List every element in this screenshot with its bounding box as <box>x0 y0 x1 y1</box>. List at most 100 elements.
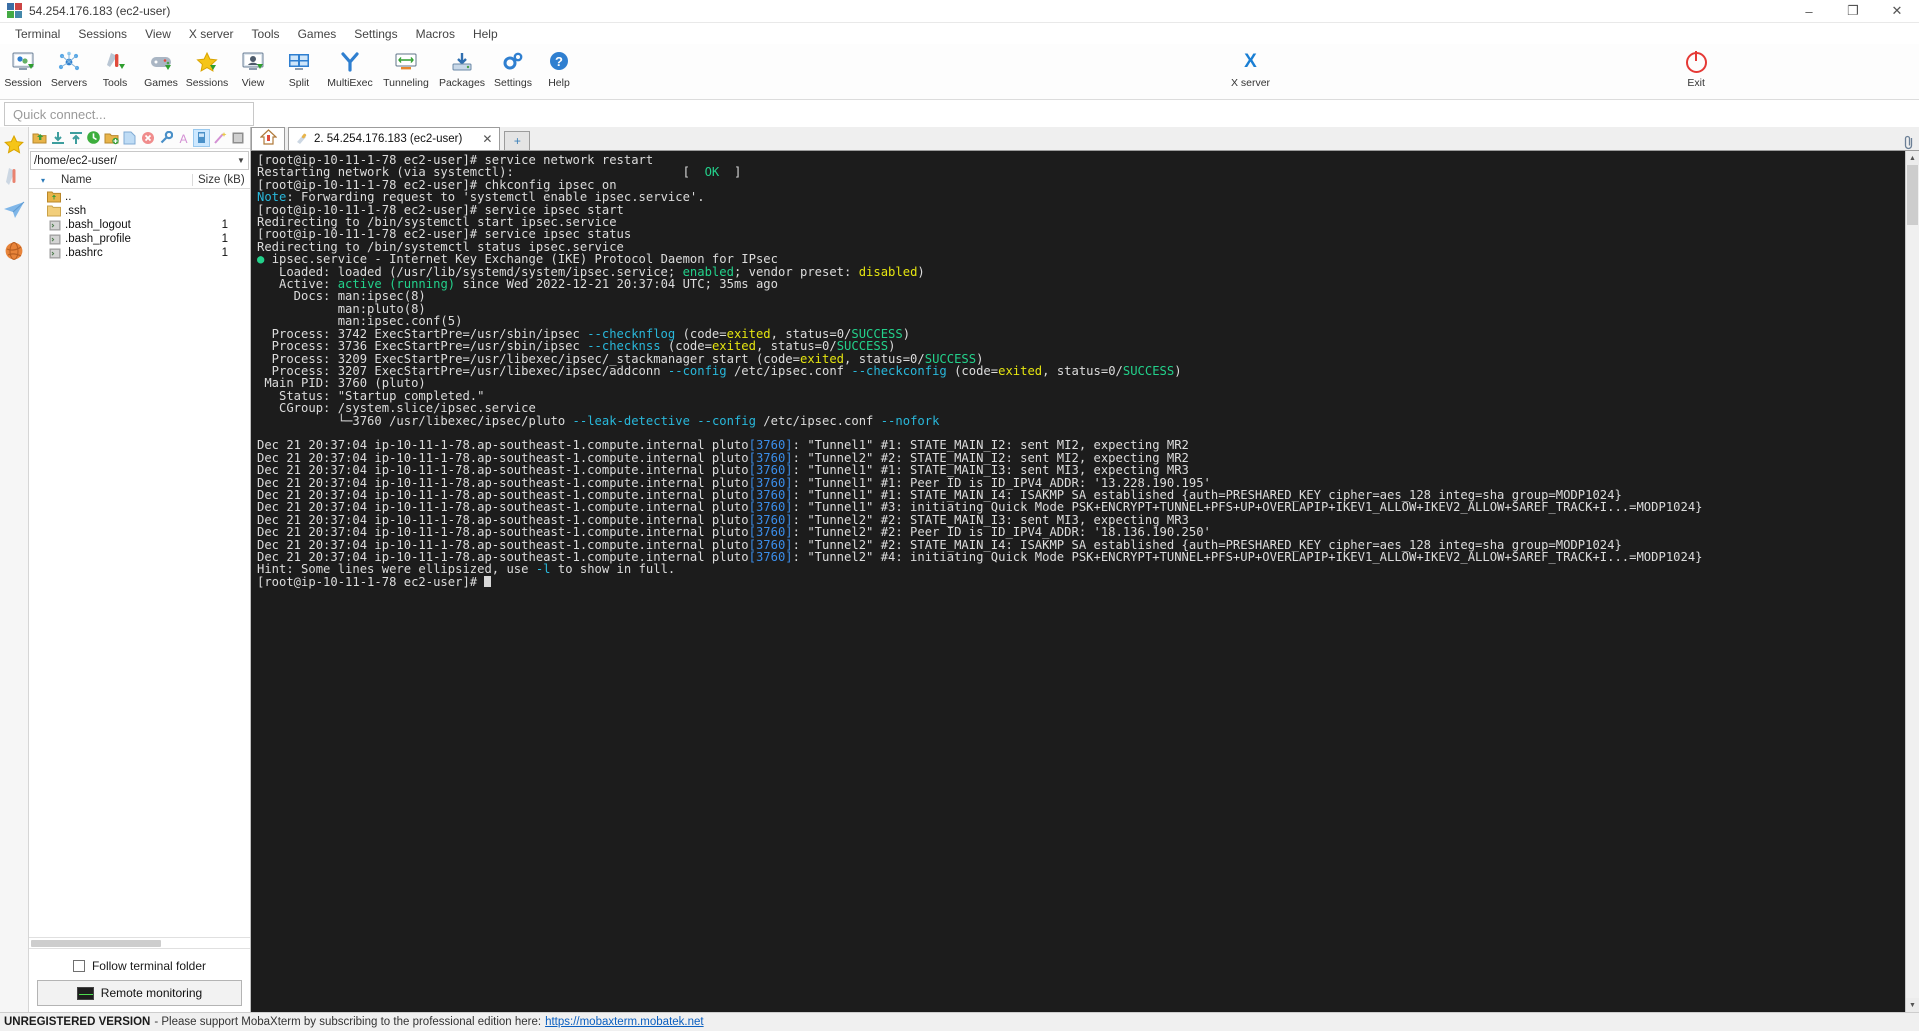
minimize-button[interactable]: – <box>1787 0 1831 23</box>
terminal-output[interactable]: [root@ip-10-11-1-78 ec2-user]# service n… <box>251 151 1905 1012</box>
menu-macros[interactable]: Macros <box>407 25 464 43</box>
tab-session-1-label: 2. 54.254.176.183 (ec2-user) <box>314 133 463 145</box>
rail-sftp-button[interactable] <box>1 197 28 228</box>
menu-x-server[interactable]: X server <box>180 25 243 43</box>
list-item[interactable]: .bash_logout 1 <box>29 218 250 232</box>
svg-text:?: ? <box>555 54 563 69</box>
menu-settings[interactable]: Settings <box>345 25 406 43</box>
toolbar-session[interactable]: Session <box>0 46 46 89</box>
toolbar-split-label: Split <box>288 77 310 89</box>
list-item[interactable]: .ssh <box>29 204 250 218</box>
rail-favorites-button[interactable] <box>1 131 28 162</box>
list-item[interactable]: .bash_profile 1 <box>29 232 250 246</box>
toolbar-servers[interactable]: Servers <box>46 46 92 89</box>
toolbar-tunneling-label: Tunneling <box>383 77 429 89</box>
sftp-browser-panel: A /home/ec2-user/ ▼ ▾ Name Size (kB) .. … <box>29 127 251 1012</box>
menu-tools[interactable]: Tools <box>243 25 289 43</box>
permissions-icon[interactable] <box>157 129 174 147</box>
new-file-icon[interactable] <box>121 129 138 147</box>
terminal-line: [root@ip-10-11-1-78 ec2-user]# <box>257 576 1905 588</box>
terminal-line: Docs: man:ipsec(8) <box>257 289 426 304</box>
scroll-down-arrow-icon[interactable]: ▼ <box>1906 998 1919 1012</box>
side-rail <box>0 127 29 1012</box>
sort-arrow-icon[interactable]: ▾ <box>29 176 57 185</box>
file-name: .bash_logout <box>65 219 131 231</box>
text-mode-icon[interactable]: A <box>175 129 192 147</box>
svg-text:A: A <box>179 132 187 145</box>
toolbar-x-server-label: X server <box>1230 77 1271 89</box>
quick-connect-placeholder: Quick connect... <box>13 106 107 122</box>
terminal-scrollbar[interactable]: ▲ ▼ <box>1905 151 1919 1012</box>
toolbar-split[interactable]: Split <box>276 46 322 89</box>
menu-games[interactable]: Games <box>289 25 346 43</box>
toolbar-multiexec[interactable]: MultiExec <box>322 46 378 89</box>
column-header-name[interactable]: Name <box>57 174 192 186</box>
tab-home[interactable] <box>251 127 285 150</box>
toolbar-multiexec-label: MultiExec <box>327 77 373 89</box>
column-header-size[interactable]: Size (kB) <box>192 174 250 186</box>
menu-help[interactable]: Help <box>464 25 507 43</box>
chevron-down-icon[interactable]: ▼ <box>234 156 248 165</box>
paperclip-icon[interactable] <box>1897 134 1919 150</box>
binary-mode-icon[interactable] <box>193 128 210 147</box>
exit-power-icon <box>1685 49 1707 75</box>
file-name: .ssh <box>65 205 87 217</box>
toolbar-games[interactable]: Games <box>138 46 184 89</box>
scrollbar-thumb[interactable] <box>31 940 161 947</box>
follow-terminal-folder-checkbox[interactable] <box>72 960 85 972</box>
wand-icon[interactable] <box>211 129 228 147</box>
toolbar-view[interactable]: View <box>230 46 276 89</box>
scrollbar-thumb[interactable] <box>1907 165 1918 225</box>
list-item[interactable]: .bashrc 1 <box>29 246 250 260</box>
list-item[interactable]: .. <box>29 190 250 204</box>
terminal-line: man:pluto(8) <box>257 301 426 316</box>
quick-connect-input[interactable]: Quick connect... <box>4 102 254 126</box>
tab-session-1[interactable]: 2. 54.254.176.183 (ec2-user) ✕ <box>288 127 501 150</box>
file-size: 1 <box>221 247 228 259</box>
download-icon[interactable] <box>49 129 66 147</box>
sftp-file-list: .. .ssh .bash_logout 1 .bash_profile 1 .… <box>29 189 250 937</box>
menu-sessions[interactable]: Sessions <box>69 25 136 43</box>
new-tab-button[interactable]: + <box>504 131 531 150</box>
sftp-horizontal-scrollbar[interactable] <box>29 937 250 948</box>
toolbar-exit[interactable]: Exit <box>1473 46 1919 89</box>
folder-icon <box>29 205 65 217</box>
toolbar-packages[interactable]: Packages <box>434 46 490 89</box>
rail-globe-button[interactable] <box>1 238 28 269</box>
upload-icon[interactable] <box>67 129 84 147</box>
mobaxterm-link[interactable]: https://mobaxterm.mobatek.net <box>545 1016 704 1028</box>
menu-terminal[interactable]: Terminal <box>6 25 69 43</box>
terminal-line: Process: 3207 ExecStartPre=/usr/libexec/… <box>257 363 1182 378</box>
delete-icon[interactable] <box>139 129 156 147</box>
file-size: 1 <box>221 219 228 231</box>
toolbar-tools[interactable]: Tools <box>92 46 138 89</box>
new-folder-icon[interactable] <box>103 129 120 147</box>
toolbar-packages-label: Packages <box>438 77 486 89</box>
close-icon[interactable]: ✕ <box>479 132 495 146</box>
terminal-line: Active: active (running) since Wed 2022-… <box>257 277 778 292</box>
toolbar-tunneling[interactable]: Tunneling <box>378 46 434 89</box>
menu-view[interactable]: View <box>136 25 180 43</box>
file-name: .bash_profile <box>65 233 131 245</box>
toolbar-x-server[interactable]: X X server <box>1028 46 1474 89</box>
parent-folder-icon[interactable] <box>31 129 48 147</box>
toolbar-help[interactable]: ? Help <box>536 46 582 89</box>
script-file-icon <box>29 234 65 245</box>
toolbar-settings[interactable]: Settings <box>490 46 536 89</box>
terminal-area: 2. 54.254.176.183 (ec2-user) ✕ + [root@i… <box>251 127 1919 1012</box>
maximize-button[interactable]: ❐ <box>1831 0 1875 23</box>
unregistered-version-label: UNREGISTERED VERSION <box>4 1016 151 1028</box>
terminal-line: Hint: Some lines were ellipsized, use -l… <box>257 562 676 577</box>
refresh-icon[interactable] <box>85 129 102 147</box>
follow-terminal-folder-row[interactable]: Follow terminal folder <box>29 954 250 978</box>
file-size: 1 <box>221 233 228 245</box>
scroll-up-arrow-icon[interactable]: ▲ <box>1906 151 1919 165</box>
rail-tools-button[interactable] <box>1 164 28 195</box>
close-button[interactable]: ✕ <box>1875 0 1919 23</box>
sftp-path-bar[interactable]: /home/ec2-user/ ▼ <box>30 151 249 170</box>
terminal-icon[interactable] <box>229 129 246 147</box>
remote-monitoring-button[interactable]: Remote monitoring <box>37 980 242 1006</box>
toolbar-sessions-star[interactable]: Sessions <box>184 46 230 89</box>
terminal-cursor <box>484 575 492 587</box>
servers-icon <box>57 49 81 75</box>
